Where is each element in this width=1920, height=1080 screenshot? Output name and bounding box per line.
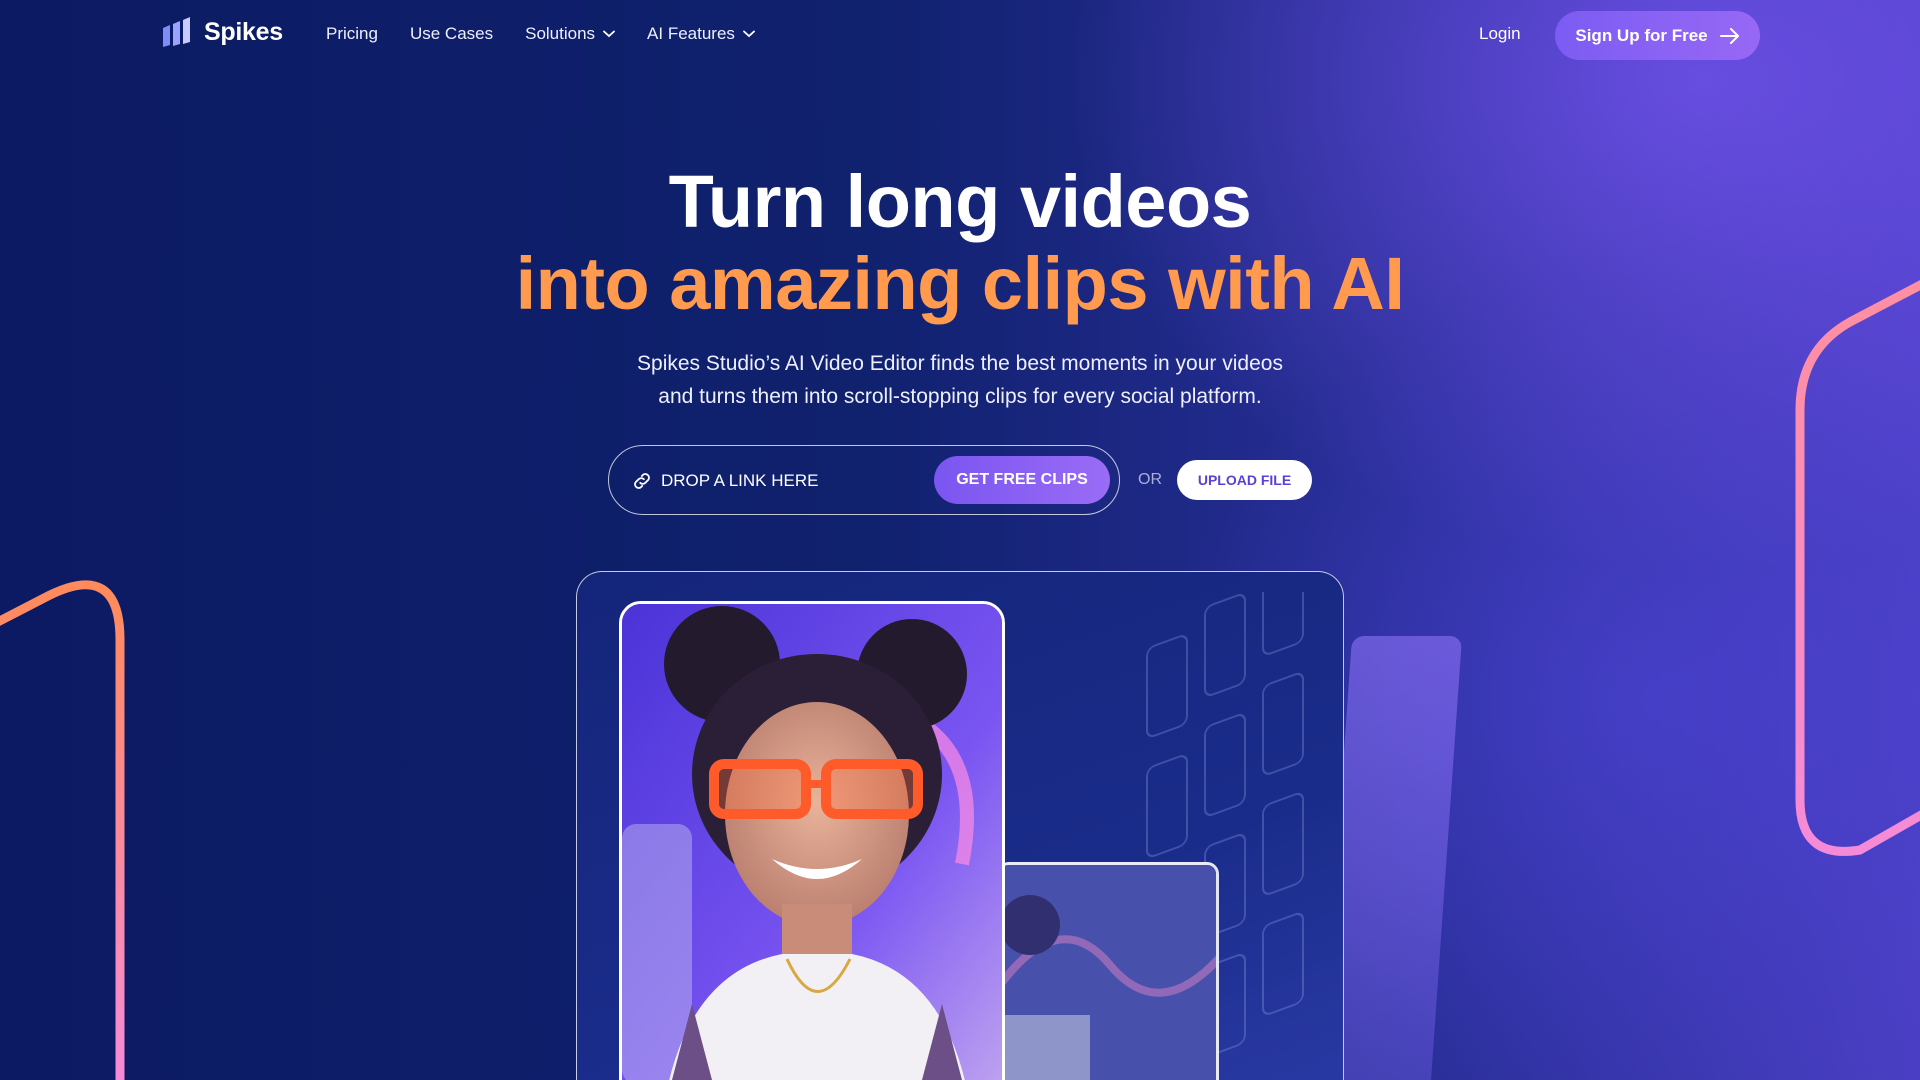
- nav-link-label: Use Cases: [409, 24, 494, 43]
- main-clip-thumbnail: [619, 601, 1005, 1080]
- login-link[interactable]: Login: [1479, 24, 1521, 44]
- signup-label: Sign Up for Free: [1575, 25, 1708, 45]
- signup-button[interactable]: Sign Up for Free: [1555, 11, 1760, 60]
- nav-link-ai-features[interactable]: AI Features: [647, 24, 755, 44]
- subtitle-line2: and turns them into scroll-stopping clip…: [658, 385, 1262, 408]
- brand-name: Spikes: [204, 17, 283, 46]
- hero-title-line1: Turn long videos: [668, 160, 1252, 243]
- nav-link-label: AI Features: [647, 24, 735, 43]
- chevron-down-icon: [603, 30, 615, 38]
- top-navigation: Spikes Pricing Use Cases Solutions AI Fe…: [0, 0, 1920, 72]
- decorative-hex-left: [0, 580, 125, 1080]
- get-free-clips-button[interactable]: GET FREE CLIPS: [934, 456, 1110, 504]
- nav-link-label: Pricing: [326, 24, 378, 43]
- hero-title-line2: into amazing clips with AI: [515, 242, 1405, 325]
- link-input[interactable]: [661, 468, 911, 494]
- arrow-right-icon: [1719, 27, 1739, 44]
- nav-links: Pricing Use Cases Solutions AI Features: [326, 24, 755, 44]
- chevron-down-icon: [743, 30, 755, 38]
- video-preview-frame: [576, 571, 1344, 1080]
- nav-link-solutions[interactable]: Solutions: [525, 24, 615, 44]
- nav-link-use-cases[interactable]: Use Cases: [410, 24, 493, 44]
- person-image: [622, 604, 1002, 1080]
- link-icon: [634, 473, 650, 489]
- brand-logo[interactable]: Spikes: [160, 14, 283, 50]
- subtitle-line1: Spikes Studio’s AI Video Editor finds th…: [637, 352, 1283, 375]
- secondary-clip-thumbnail: [997, 862, 1219, 1080]
- thumbnail-image: [1000, 865, 1216, 1080]
- decorative-hex-right: [1795, 280, 1920, 856]
- nav-link-pricing[interactable]: Pricing: [326, 24, 378, 44]
- hero-subtitle: Spikes Studio’s AI Video Editor finds th…: [0, 347, 1920, 413]
- upload-file-button[interactable]: UPLOAD FILE: [1177, 460, 1312, 500]
- link-input-box: GET FREE CLIPS: [608, 445, 1120, 515]
- or-separator: OR: [1138, 471, 1162, 488]
- nav-link-label: Solutions: [525, 24, 596, 43]
- bars-logo-icon: [163, 17, 190, 47]
